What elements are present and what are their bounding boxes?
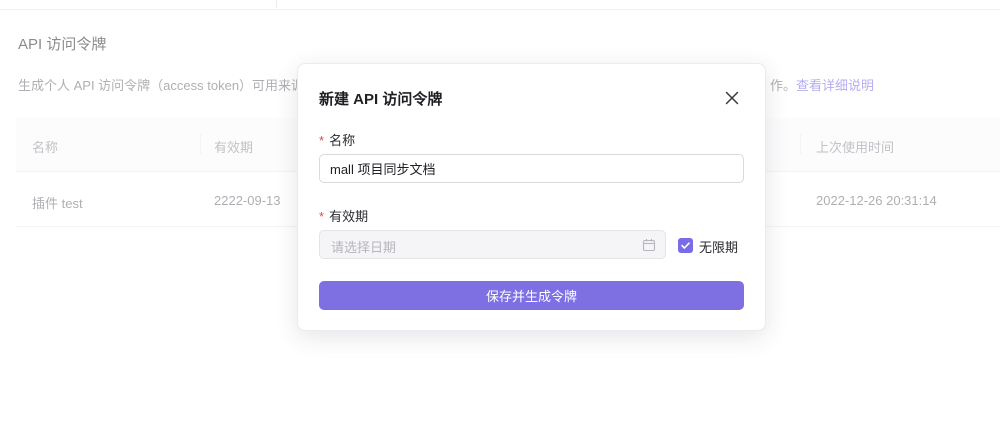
date-placeholder: 请选择日期: [331, 240, 397, 255]
expiry-label-text: 有效期: [329, 209, 369, 224]
expiry-date-picker[interactable]: 请选择日期: [319, 230, 666, 259]
calendar-icon: [642, 238, 656, 252]
save-generate-button[interactable]: 保存并生成令牌: [319, 281, 744, 310]
name-field-label: * 名称: [319, 130, 355, 149]
name-label-text: 名称: [329, 133, 356, 148]
name-input[interactable]: [319, 154, 744, 183]
check-icon: [681, 242, 690, 249]
unlimited-label[interactable]: 无限期: [699, 237, 738, 256]
required-mark: *: [319, 133, 325, 148]
required-mark: *: [319, 209, 325, 224]
close-icon[interactable]: [722, 88, 742, 108]
expiry-field-label: * 有效期: [319, 206, 368, 225]
new-token-dialog: 新建 API 访问令牌 * 名称 * 有效期 请选择日期 无限期 保存并生成令牌: [297, 63, 766, 331]
dialog-title: 新建 API 访问令牌: [319, 91, 443, 108]
unlimited-checkbox[interactable]: [678, 238, 693, 253]
